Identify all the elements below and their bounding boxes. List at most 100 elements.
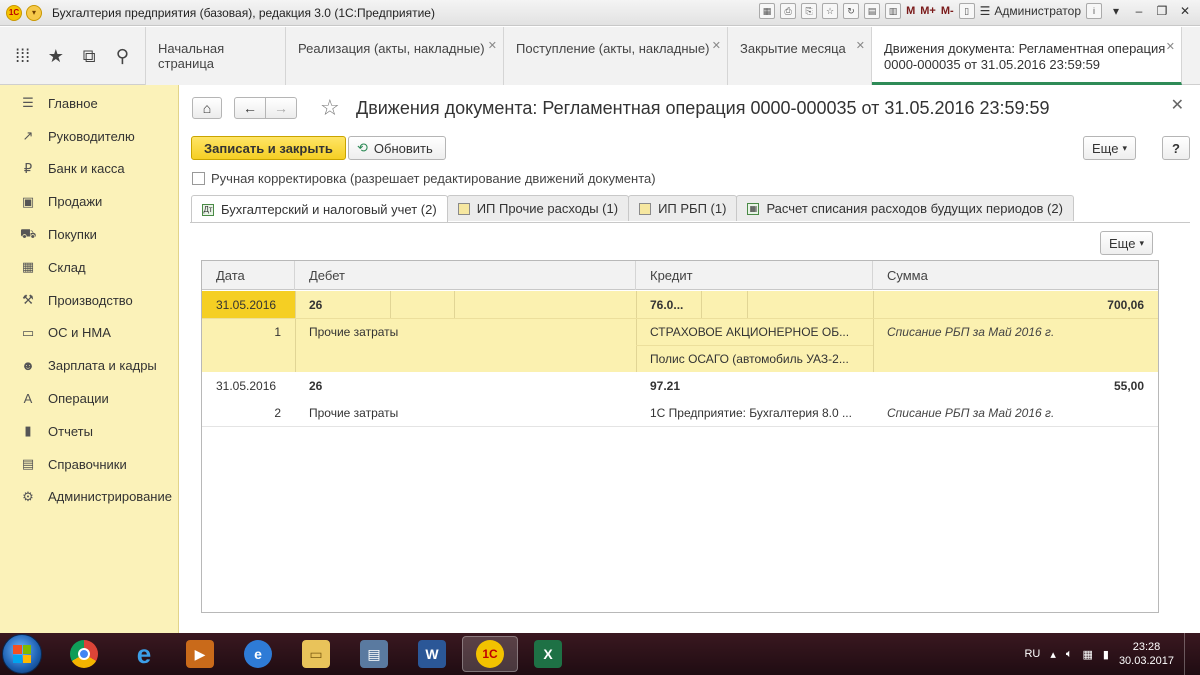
- show-desktop-button[interactable]: [1184, 633, 1194, 675]
- restore-icon[interactable]: ❐: [1153, 3, 1171, 19]
- taskbar-media-player[interactable]: ▶: [172, 636, 228, 672]
- save-and-close-button[interactable]: Записать и закрыть: [191, 136, 346, 160]
- more-button[interactable]: Еще ▾: [1083, 136, 1136, 160]
- print-icon[interactable]: ⎙: [780, 3, 797, 19]
- sidebar-item-label: Продажи: [48, 194, 103, 210]
- history-icon[interactable]: ↻: [843, 3, 860, 19]
- tab-label: Расчет списания расходов будущих периодо…: [766, 201, 1063, 216]
- memory-mminus-button[interactable]: M-: [941, 5, 954, 17]
- tab-close-icon[interactable]: ✕: [712, 39, 721, 52]
- sidebar-item-manager[interactable]: ↗ Руководителю: [0, 120, 178, 153]
- apps-grid-icon[interactable]: ⁞⁞⁞: [11, 46, 35, 67]
- sidebar-item-admin[interactable]: ⚙ Администрирование: [0, 481, 178, 514]
- volume-icon[interactable]: 🔈︎: [1066, 648, 1073, 661]
- 1c-logo-icon[interactable]: 1С: [6, 4, 22, 21]
- sidebar-item-main[interactable]: ☰ Главное: [0, 87, 178, 120]
- taskbar-chrome[interactable]: [56, 636, 112, 672]
- cell-comment: Списание РБП за Май 2016 г.: [887, 324, 1055, 339]
- table-row[interactable]: 31.05.2016 26 97.21 55,00 2 Прочие затра…: [202, 372, 1158, 427]
- column-header-debit[interactable]: Дебет: [295, 261, 636, 290]
- table-header: Дата Дебет Кредит Сумма: [202, 261, 1158, 290]
- start-button[interactable]: [2, 634, 42, 674]
- sidebar-item-sales[interactable]: ▣ Продажи: [0, 185, 178, 218]
- language-indicator[interactable]: RU: [1024, 648, 1040, 660]
- taskbar-app-window[interactable]: ▤: [346, 636, 402, 672]
- favorites-star-icon[interactable]: ☆: [822, 3, 839, 19]
- signal-icon[interactable]: ▮: [1103, 648, 1109, 661]
- taskbar-ie[interactable]: e: [116, 636, 172, 672]
- form-close-icon[interactable]: ✕: [1171, 95, 1184, 115]
- table-more-button[interactable]: Еще ▾: [1100, 231, 1153, 255]
- favorite-star-icon[interactable]: ☆: [320, 95, 340, 121]
- manual-adjust-label[interactable]: Ручная корректировка (разрешает редактир…: [211, 171, 656, 186]
- taskbar-excel[interactable]: X: [520, 636, 576, 672]
- back-button[interactable]: ←: [234, 97, 266, 119]
- info-icon[interactable]: i: [1086, 3, 1102, 19]
- reports-icon: ▮: [24, 423, 32, 439]
- sidebar-item-label: Справочники: [48, 456, 127, 472]
- main-menu-icon[interactable]: ▾: [26, 4, 42, 21]
- tab-deferred-expenses[interactable]: ▦ Расчет списания расходов будущих перио…: [736, 195, 1074, 221]
- table-row[interactable]: 31.05.2016 26 76.0... 700,06 1 Прочие за…: [202, 291, 1158, 372]
- tab-receipts[interactable]: Поступление (акты, накладные) ✕: [504, 27, 728, 85]
- cell-credit-account: 97.21: [650, 378, 681, 393]
- sidebar-item-reports[interactable]: ▮ Отчеты: [0, 415, 178, 448]
- tab-ip-other-expenses[interactable]: ИП Прочие расходы (1): [446, 195, 630, 221]
- window-close-icon[interactable]: ✕: [1176, 3, 1194, 19]
- home-button[interactable]: ⌂: [192, 97, 222, 119]
- sidebar-item-bank[interactable]: ₽ Банк и касса: [0, 153, 178, 186]
- history-icon[interactable]: ⧉: [77, 46, 101, 67]
- sidebar-item-label: ОС и НМА: [48, 325, 111, 341]
- column-header-amount[interactable]: Сумма: [873, 261, 1158, 290]
- taskbar-ie-2[interactable]: e: [230, 636, 286, 672]
- taskbar-explorer[interactable]: ▭: [288, 636, 344, 672]
- sidebar-item-purchases[interactable]: ⛟ Покупки: [0, 218, 178, 251]
- tray-arrow-icon[interactable]: ▴: [1050, 648, 1056, 661]
- taskbar-word[interactable]: W: [404, 636, 460, 672]
- tab-close-icon[interactable]: ✕: [856, 39, 865, 52]
- sidebar-item-assets[interactable]: ▭ ОС и НМА: [0, 317, 178, 350]
- sidebar-item-operations[interactable]: A Операции: [0, 382, 178, 415]
- tab-home[interactable]: Начальная страница: [146, 27, 286, 85]
- title-toolbar: ▦ ⎙ ⎘ ☆ ↻ ▤ ▥ M M+ M- ▯ ☰ Администратор …: [759, 3, 1194, 19]
- column-header-date[interactable]: Дата: [202, 261, 295, 290]
- dropdown-icon[interactable]: ▾: [1107, 3, 1125, 19]
- sidebar-item-warehouse[interactable]: ▦ Склад: [0, 251, 178, 284]
- refresh-button[interactable]: ⟲ Обновить: [348, 136, 446, 160]
- clock[interactable]: 23:28 30.03.2017: [1119, 640, 1174, 668]
- taskbar-1c[interactable]: 1С: [462, 636, 518, 672]
- chrome-icon: [70, 640, 98, 668]
- column-header-credit[interactable]: Кредит: [636, 261, 873, 290]
- help-button[interactable]: ?: [1162, 136, 1190, 160]
- folder-icon: ▭: [302, 640, 330, 668]
- forward-button[interactable]: →: [265, 97, 297, 119]
- tab-label: Начальная страница: [158, 41, 225, 71]
- user-menu[interactable]: ☰ Администратор: [980, 4, 1081, 18]
- sections-sidebar: ☰ Главное ↗ Руководителю ₽ Банк и касса ▣ Пр…: [0, 85, 179, 633]
- user-icon: ☰: [979, 4, 991, 18]
- sidebar-item-references[interactable]: ▤ Справочники: [0, 448, 178, 481]
- tab-close-icon[interactable]: ✕: [488, 39, 497, 52]
- document-icon[interactable]: ▤: [864, 3, 881, 19]
- search-icon[interactable]: ⚲: [110, 46, 134, 67]
- panels-icon[interactable]: ▯: [958, 3, 975, 19]
- calculator-icon[interactable]: ▥: [885, 3, 902, 19]
- tab-ip-rbp[interactable]: ИП РБП (1): [628, 195, 738, 221]
- sidebar-item-production[interactable]: ⚒ Производство: [0, 284, 178, 317]
- tab-label-line2: 0000-000035 от 31.05.2016 23:59:59: [884, 57, 1101, 72]
- sidebar-item-payroll[interactable]: ☻ Зарплата и кадры: [0, 349, 178, 382]
- tab-sales[interactable]: Реализация (акты, накладные) ✕: [286, 27, 504, 85]
- memory-m-button[interactable]: M: [906, 5, 915, 17]
- tab-document-movements[interactable]: Движения документа: Регламентная операци…: [872, 27, 1182, 85]
- memory-mplus-button[interactable]: M+: [920, 5, 936, 17]
- minimize-icon[interactable]: –: [1130, 3, 1148, 19]
- tab-accounting[interactable]: Дт Бухгалтерский и налоговый учет (2): [191, 195, 448, 223]
- tab-month-close[interactable]: Закрытие месяца ✕: [728, 27, 872, 85]
- link-icon[interactable]: ⎘: [801, 3, 818, 19]
- calendar-icon[interactable]: ▦: [759, 3, 776, 19]
- tab-close-icon[interactable]: ✕: [1166, 39, 1175, 55]
- network-icon[interactable]: ▦: [1082, 648, 1092, 661]
- manual-adjust-checkbox[interactable]: [192, 172, 205, 185]
- trend-icon: ↗: [22, 128, 34, 144]
- favorites-star-icon[interactable]: ★: [44, 46, 68, 67]
